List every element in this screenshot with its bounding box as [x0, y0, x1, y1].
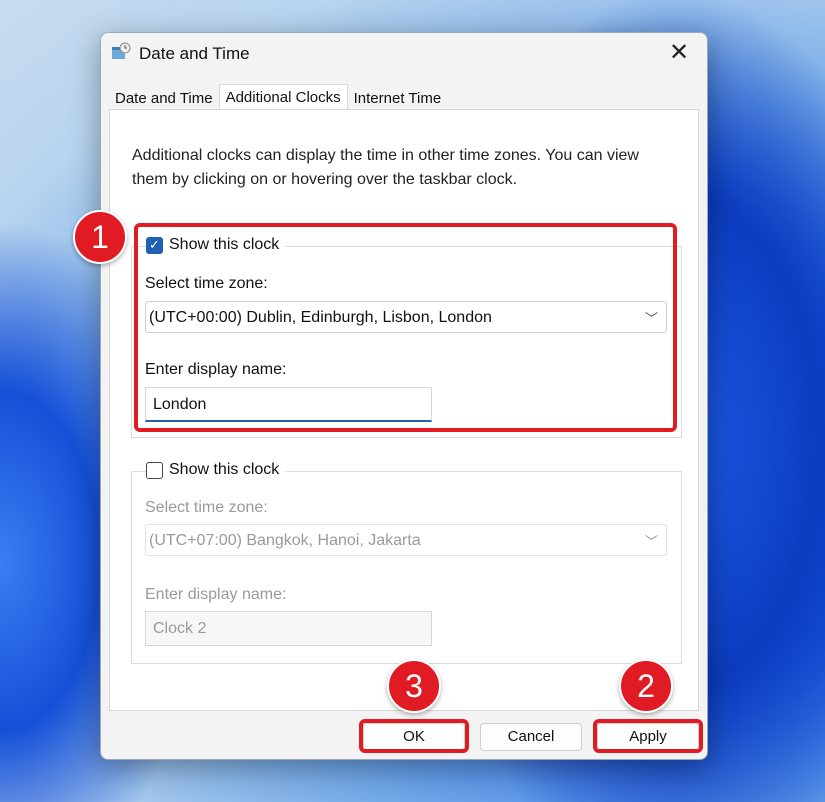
cancel-button[interactable]: Cancel	[480, 723, 582, 751]
date-time-dialog: Date and Time ✕ Date and Time Additional…	[100, 32, 708, 760]
ok-button[interactable]: OK	[363, 723, 465, 751]
chevron-down-icon: ﹀	[645, 531, 658, 550]
clock2-timezone-select: (UTC+07:00) Bangkok, Hanoi, Jakarta ﹀	[145, 524, 667, 556]
checkmark-icon[interactable]: ✓	[146, 237, 163, 254]
tab-date-and-time[interactable]: Date and Time	[109, 86, 219, 111]
clock1-display-name-input[interactable]: London	[145, 387, 432, 422]
clock1-name-label: Enter display name:	[145, 361, 286, 379]
step-badge-1: 1	[73, 210, 127, 264]
tab-internet-time[interactable]: Internet Time	[348, 86, 448, 111]
tab-bar: Date and Time Additional Clocks Internet…	[109, 84, 447, 110]
tab-additional-clocks[interactable]: Additional Clocks	[219, 84, 348, 111]
close-button[interactable]: ✕	[661, 37, 697, 69]
chevron-down-icon: ﹀	[645, 308, 658, 327]
additional-clocks-panel: Additional clocks can display the time i…	[109, 109, 699, 711]
clock2-show-checkbox[interactable]: Show this clock	[146, 461, 285, 479]
clock1-show-checkbox[interactable]: ✓ Show this clock	[146, 236, 285, 254]
apply-button[interactable]: Apply	[597, 723, 699, 751]
title-bar: Date and Time ✕	[101, 33, 707, 77]
window-title: Date and Time	[139, 44, 250, 64]
step-badge-3: 3	[387, 659, 441, 713]
clock2-name-label: Enter display name:	[145, 586, 286, 604]
clock1-tz-label: Select time zone:	[145, 275, 268, 293]
checkbox-icon[interactable]	[146, 462, 163, 479]
clock1-group: ✓Show this clock Select time zone: (UTC+…	[131, 246, 682, 438]
clock2-display-name-input: Clock 2	[145, 611, 432, 646]
description-text: Additional clocks can display the time i…	[132, 144, 677, 192]
clock1-show-label: Show this clock	[169, 236, 279, 254]
clock1-tz-value: (UTC+00:00) Dublin, Edinburgh, Lisbon, L…	[149, 309, 492, 326]
clock2-group: Show this clock Select time zone: (UTC+0…	[131, 471, 682, 664]
clock1-timezone-select[interactable]: (UTC+00:00) Dublin, Edinburgh, Lisbon, L…	[145, 301, 667, 333]
clock2-show-label: Show this clock	[169, 461, 279, 479]
step-badge-2: 2	[619, 659, 673, 713]
clock2-tz-value: (UTC+07:00) Bangkok, Hanoi, Jakarta	[149, 532, 421, 549]
clock-calendar-icon	[111, 42, 131, 60]
clock2-tz-label: Select time zone:	[145, 499, 268, 517]
